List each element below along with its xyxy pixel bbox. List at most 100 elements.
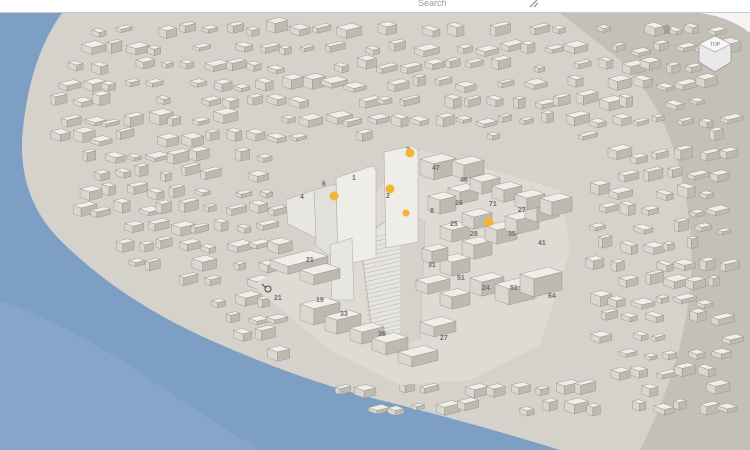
building-wall [82, 151, 88, 163]
building-wall [513, 97, 519, 110]
building-wall [602, 235, 613, 249]
building-wall [626, 96, 633, 108]
building-label: 27 [440, 335, 448, 342]
building-wall [692, 26, 700, 35]
building-label: 51 [510, 285, 518, 292]
building-label: 8 [430, 208, 434, 215]
building-label: 21 [306, 257, 314, 264]
building-label: 41 [538, 240, 546, 247]
building-wall [687, 186, 696, 199]
building-label: 71 [489, 201, 497, 208]
building-wall [221, 220, 229, 232]
building-wall [254, 328, 262, 341]
top-toolbar: Search [0, 0, 750, 13]
poi-marker [484, 217, 494, 227]
building-wall [167, 117, 173, 127]
building-label: 2 [386, 193, 390, 200]
building-wall [527, 42, 536, 54]
poi-marker [385, 184, 395, 194]
building-wall [445, 59, 451, 69]
building-wall [674, 147, 682, 161]
building-wall [490, 25, 497, 37]
building-wall [666, 63, 673, 74]
building-wall [240, 149, 250, 162]
building-label: 27 [518, 207, 526, 214]
building-label: 64 [548, 293, 556, 300]
building-wall [574, 383, 581, 395]
building-wall [166, 152, 175, 165]
building-wall [639, 401, 646, 412]
building-wall [541, 111, 548, 124]
building-wall [456, 25, 465, 38]
building-wall [205, 130, 211, 142]
building-wall [262, 297, 270, 308]
building-label: 26 [455, 200, 463, 207]
building-wall [666, 263, 674, 273]
building-wall [649, 386, 659, 398]
building-wall [234, 130, 243, 142]
building-label: 33 [340, 311, 348, 318]
building-wall [181, 165, 187, 177]
building-label: 1 [352, 175, 356, 182]
city-model-scene[interactable]: 3124746871272146412724512528263135363321… [0, 13, 750, 450]
building-label: 36 [378, 331, 386, 338]
building-wall [86, 150, 96, 162]
building-wall [546, 112, 554, 124]
3d-city-viewport[interactable]: 3124746871272146412724512528263135363321… [0, 13, 750, 450]
building-wall [453, 97, 462, 110]
building-wall [399, 98, 405, 107]
building-wall [610, 261, 617, 272]
view-cube-icon[interactable]: TOP [697, 34, 733, 74]
building-wall [168, 186, 174, 199]
building-wall [709, 129, 716, 142]
building-wall [673, 400, 680, 411]
building-wall [100, 64, 109, 76]
building-wall [598, 236, 603, 249]
building-label: 47 [432, 165, 440, 172]
building-wall [601, 311, 607, 321]
building-wall [616, 260, 625, 272]
building-wall [123, 115, 131, 128]
building-label: 46 [460, 177, 468, 184]
building-wall [226, 313, 232, 324]
building-wall [144, 260, 150, 272]
building-wall [592, 405, 601, 417]
poi-marker [402, 209, 410, 217]
building-label: 6 [322, 181, 326, 188]
building-wall [631, 244, 638, 255]
search-icon[interactable] [528, 0, 540, 9]
building-wall [341, 65, 349, 74]
building-wall [154, 47, 161, 56]
building-wall [708, 276, 714, 287]
building-wall [139, 164, 149, 177]
building-wall [498, 115, 503, 123]
building-wall [200, 170, 207, 180]
poi-marker [405, 148, 415, 158]
building-wall [712, 276, 720, 287]
building-wall [190, 226, 196, 234]
building-wall [464, 98, 469, 108]
building-wall [400, 116, 409, 128]
building-wall [155, 238, 162, 250]
building-wall [699, 259, 707, 272]
poi-marker [329, 191, 339, 201]
building-wall [714, 128, 724, 142]
building-wall [553, 96, 559, 107]
building-wall [134, 165, 141, 177]
building-wall [50, 95, 56, 106]
building-wall [548, 400, 558, 412]
building-wall [399, 383, 406, 394]
building-wall [178, 275, 184, 286]
building-label: 28 [470, 231, 478, 238]
building-wall [575, 77, 584, 88]
building-wall [165, 172, 172, 182]
building-wall [674, 220, 679, 233]
building-label: 25 [450, 221, 458, 228]
building-wall [160, 172, 166, 182]
home-icon[interactable] [661, 23, 673, 35]
building-wall [586, 404, 594, 417]
building-wall [518, 97, 526, 110]
search-input[interactable]: Search [418, 0, 447, 8]
building-label: 35 [508, 231, 516, 238]
building-label: 51 [457, 275, 465, 282]
